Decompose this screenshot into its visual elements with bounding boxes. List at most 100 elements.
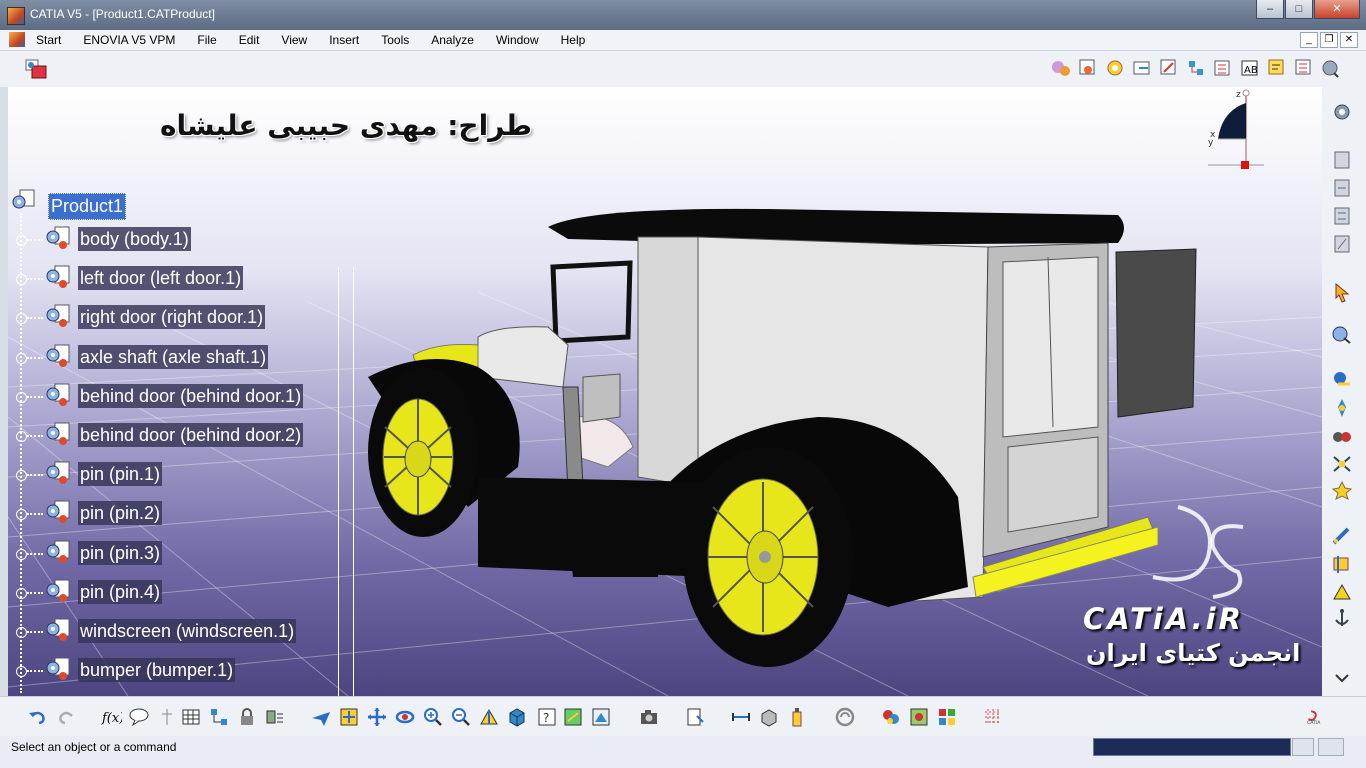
new-component-icon[interactable]	[1050, 57, 1072, 79]
selective-load-icon[interactable]: AB	[1239, 57, 1261, 79]
menu-help[interactable]: Help	[561, 33, 586, 47]
apply-material-icon[interactable]	[880, 706, 902, 728]
fix-component-icon[interactable]	[1330, 453, 1354, 475]
tools-gear-icon[interactable]	[1330, 101, 1354, 123]
power-input-field[interactable]	[1093, 738, 1291, 756]
maximize-button[interactable]: □	[1285, 0, 1313, 19]
menu-edit[interactable]: Edit	[239, 33, 260, 47]
tree-node-label[interactable]: right door (right door.1)	[78, 305, 266, 330]
measure-item-icon[interactable]	[758, 706, 780, 728]
fly-mode-icon[interactable]	[310, 706, 332, 728]
tree-expand-node[interactable]	[16, 548, 27, 560]
shading-icon[interactable]	[590, 706, 612, 728]
tree-node-label[interactable]: left door (left door.1)	[78, 266, 244, 291]
pan-icon[interactable]	[366, 706, 388, 728]
generate-numbering-icon[interactable]	[1212, 57, 1234, 79]
part-icon[interactable]	[43, 382, 71, 408]
compass-widget[interactable]: z x y	[1196, 87, 1274, 175]
knowledge-icon[interactable]	[834, 706, 856, 728]
tree-node-label[interactable]: pin (pin.2)	[78, 501, 163, 526]
redo-icon[interactable]	[56, 706, 78, 728]
bom-icon[interactable]	[264, 706, 286, 728]
constraint-contact-icon[interactable]	[1330, 177, 1354, 199]
tree-expand-node[interactable]	[16, 627, 27, 638]
tree-node-label[interactable]: windscreen (windscreen.1)	[78, 619, 297, 643]
part-icon[interactable]	[43, 499, 71, 525]
part-icon[interactable]	[43, 225, 71, 251]
part-icon[interactable]	[43, 460, 71, 486]
fix-together-icon[interactable]	[1330, 479, 1354, 501]
tree-node-label[interactable]: body (body.1)	[78, 227, 191, 251]
part-icon[interactable]	[43, 656, 71, 682]
tree-node-label[interactable]: behind door (behind door.2)	[78, 423, 304, 447]
undo-icon[interactable]	[26, 706, 48, 728]
grid-snap-icon[interactable]	[982, 706, 1004, 728]
formula-icon[interactable]: f(x)	[100, 706, 122, 728]
menu-enovia[interactable]: ENOVIA V5 VPM	[83, 33, 175, 47]
parameter-icon[interactable]	[156, 706, 178, 728]
tree-root-product1[interactable]: Product1	[48, 193, 127, 220]
lock-icon[interactable]	[236, 706, 258, 728]
part-icon[interactable]	[43, 421, 71, 447]
render-style-icon[interactable]	[936, 706, 958, 728]
rotate-icon[interactable]	[394, 706, 416, 728]
document-icon[interactable]	[9, 32, 25, 47]
manipulation-icon[interactable]	[1330, 323, 1354, 345]
part-icon[interactable]	[43, 264, 71, 290]
measure-inertia-icon[interactable]	[786, 706, 808, 728]
zoom-out-icon[interactable]	[450, 706, 472, 728]
tree-node-label[interactable]: pin (pin.1)	[78, 462, 163, 487]
zoom-in-icon[interactable]	[422, 706, 444, 728]
stop-manipulate-icon[interactable]	[1330, 425, 1354, 447]
comment-icon[interactable]	[128, 706, 150, 728]
part-icon[interactable]	[43, 617, 71, 643]
constraint-offset-icon[interactable]	[1330, 205, 1354, 227]
constraint-angle-icon[interactable]	[1330, 233, 1354, 255]
part-icon[interactable]	[43, 343, 71, 369]
fast-multi-instantiation-icon[interactable]	[1320, 57, 1342, 79]
assembly-workbench-icon[interactable]	[24, 57, 50, 81]
graph-tree-reorder-icon[interactable]	[1185, 57, 1207, 79]
status-icon-button[interactable]	[1318, 738, 1344, 756]
replace-component-icon[interactable]	[1158, 57, 1180, 79]
doc-close-button[interactable]: ✕	[1340, 32, 1358, 48]
swap-visible-space-icon[interactable]	[562, 706, 584, 728]
menu-tools[interactable]: Tools	[381, 33, 409, 47]
anchor-icon[interactable]	[1330, 607, 1354, 629]
close-button[interactable]: ✕	[1314, 0, 1360, 19]
new-part-icon[interactable]	[1104, 57, 1126, 79]
tree-node-label[interactable]: axle shaft (axle shaft.1)	[78, 344, 269, 369]
tree-expand-node[interactable]	[16, 431, 27, 442]
select-arrow-icon[interactable]	[1330, 281, 1354, 303]
hide-show-icon[interactable]: ?	[536, 706, 558, 728]
part-icon[interactable]	[43, 578, 71, 604]
menu-view[interactable]: View	[281, 33, 307, 47]
measure-icon[interactable]	[1330, 525, 1354, 547]
tree-expand-node[interactable]	[16, 391, 27, 403]
multi-instantiation-icon[interactable]	[1293, 57, 1315, 79]
tree-expand-node[interactable]	[16, 587, 27, 599]
menu-insert[interactable]: Insert	[329, 33, 359, 47]
doc-restore-button[interactable]: ❐	[1320, 32, 1338, 48]
update-icon[interactable]	[1330, 581, 1354, 603]
tree-node-label[interactable]: behind door (behind door.1)	[78, 383, 304, 408]
design-table-icon[interactable]	[180, 706, 202, 728]
explode-icon[interactable]	[1330, 397, 1354, 419]
existing-component-icon[interactable]	[1131, 57, 1153, 79]
section-icon[interactable]	[1330, 553, 1354, 575]
menu-analyze[interactable]: Analyze	[431, 33, 474, 47]
tree-node-label[interactable]: pin (pin.3)	[78, 540, 163, 565]
menu-start[interactable]: Start	[36, 33, 61, 47]
tree-node-label[interactable]: pin (pin.4)	[78, 579, 163, 604]
part-icon[interactable]	[43, 539, 71, 565]
part-icon[interactable]	[43, 303, 71, 329]
product-icon[interactable]	[10, 188, 38, 214]
power-input-button[interactable]	[1292, 738, 1314, 756]
3d-viewport[interactable]: z x y طراح: مهدی حبیبی علیشاه CATiA.iR ا…	[8, 87, 1322, 696]
catalog-browser-icon[interactable]	[684, 706, 706, 728]
toolbar-more-icon[interactable]	[1330, 667, 1354, 689]
constraint-coincidence-icon[interactable]	[1330, 149, 1354, 171]
normal-view-icon[interactable]	[478, 706, 500, 728]
menu-file[interactable]: File	[197, 33, 216, 47]
tree-expand-node[interactable]	[16, 235, 27, 246]
